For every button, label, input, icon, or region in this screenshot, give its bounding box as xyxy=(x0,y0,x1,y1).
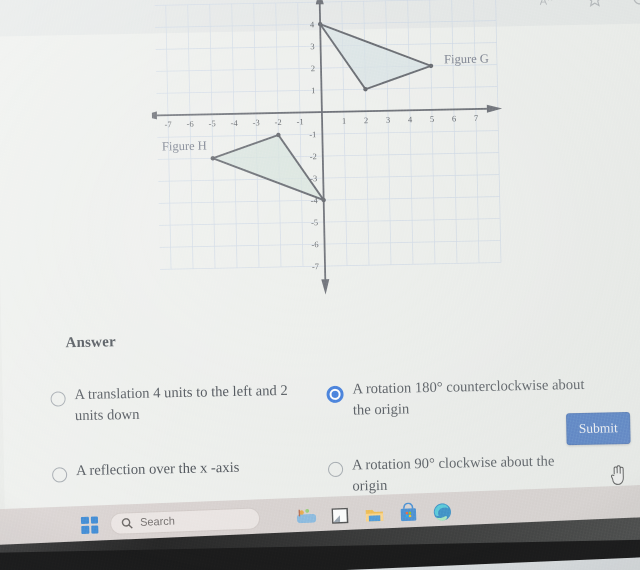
svg-text:2: 2 xyxy=(364,115,368,125)
svg-text:-4: -4 xyxy=(230,118,238,128)
svg-text:5: 5 xyxy=(430,114,434,124)
svg-text:-5: -5 xyxy=(311,217,318,227)
favorites-star-icon[interactable] xyxy=(585,0,605,10)
graph-svg: -7-6-5-4-3-2-112345674321-1-2-3-4-5-6-7x… xyxy=(149,0,503,295)
photographed-screen: ....../...../0a6f295d8c659b45a6241925f5 … xyxy=(0,0,640,570)
svg-text:6: 6 xyxy=(452,113,456,123)
svg-text:7: 7 xyxy=(474,113,478,123)
svg-text:-2: -2 xyxy=(310,151,317,161)
option-reflection-x-label: A reflection over the x -axis xyxy=(75,460,240,480)
split-screen-icon[interactable] xyxy=(630,0,640,9)
svg-text:-2: -2 xyxy=(274,117,281,127)
submit-button[interactable]: Submit xyxy=(566,411,631,446)
grid-lines xyxy=(154,0,502,270)
read-aloud-icon[interactable]: AN xyxy=(539,0,559,11)
screenshot-root: ....../...../0a6f295d8c659b45a6241925f5 … xyxy=(0,0,640,570)
file-explorer-icon[interactable] xyxy=(330,504,352,526)
folder-icon[interactable] xyxy=(364,503,386,525)
svg-text:-7: -7 xyxy=(164,119,171,129)
svg-text:-1: -1 xyxy=(296,116,303,126)
radio-option-translation[interactable] xyxy=(50,391,66,407)
figure-label: Figure H xyxy=(162,139,207,154)
edge-browser-icon[interactable] xyxy=(431,501,453,523)
browser-toolbar-icons: AN xyxy=(539,0,640,11)
svg-text:-7: -7 xyxy=(312,261,319,271)
option-rotation-180[interactable]: A rotation 180° counterclockwise about t… xyxy=(326,375,585,422)
coordinate-graph: -7-6-5-4-3-2-112345674321-1-2-3-4-5-6-7x… xyxy=(149,0,506,303)
svg-text:4: 4 xyxy=(408,114,413,124)
svg-text:A: A xyxy=(540,0,548,8)
svg-text:-6: -6 xyxy=(186,119,193,129)
svg-text:3: 3 xyxy=(310,41,314,51)
svg-text:3: 3 xyxy=(386,115,390,125)
option-translation-label: A translation 4 units to the left and 2 … xyxy=(74,382,288,425)
answer-heading: Answer xyxy=(65,334,117,352)
option-rotation-180-label: A rotation 180° counterclockwise about t… xyxy=(352,376,585,419)
figure-label: Figure G xyxy=(444,52,489,67)
taskbar-search-placeholder: Search xyxy=(139,515,176,529)
svg-text:1: 1 xyxy=(311,85,315,95)
question-sheet: -7-6-5-4-3-2-112345674321-1-2-3-4-5-6-7x… xyxy=(0,0,640,515)
option-translation[interactable]: A translation 4 units to the left and 2 … xyxy=(50,380,327,428)
svg-text:1: 1 xyxy=(342,116,346,126)
radio-option-rotation-90[interactable] xyxy=(327,462,344,478)
svg-text:2: 2 xyxy=(311,63,315,73)
svg-text:-3: -3 xyxy=(252,117,259,127)
windows-start-icon[interactable] xyxy=(80,515,99,534)
svg-text:-5: -5 xyxy=(208,118,215,128)
svg-text:-1: -1 xyxy=(309,129,316,139)
search-icon xyxy=(121,518,133,529)
radio-option-rotation-180[interactable] xyxy=(326,385,344,404)
radio-option-reflection-x[interactable] xyxy=(51,467,68,483)
svg-text:-6: -6 xyxy=(311,239,318,249)
answer-options: A translation 4 units to the left and 2 … xyxy=(50,374,632,504)
option-reflection-x[interactable]: A reflection over the x -axis xyxy=(51,456,329,504)
svg-text:N: N xyxy=(548,0,553,3)
microsoft-store-icon[interactable] xyxy=(398,502,420,524)
taskbar-search-box[interactable]: Search xyxy=(109,507,261,535)
widgets-icon[interactable] xyxy=(296,506,318,528)
taskbar-pinned-apps xyxy=(296,501,454,528)
